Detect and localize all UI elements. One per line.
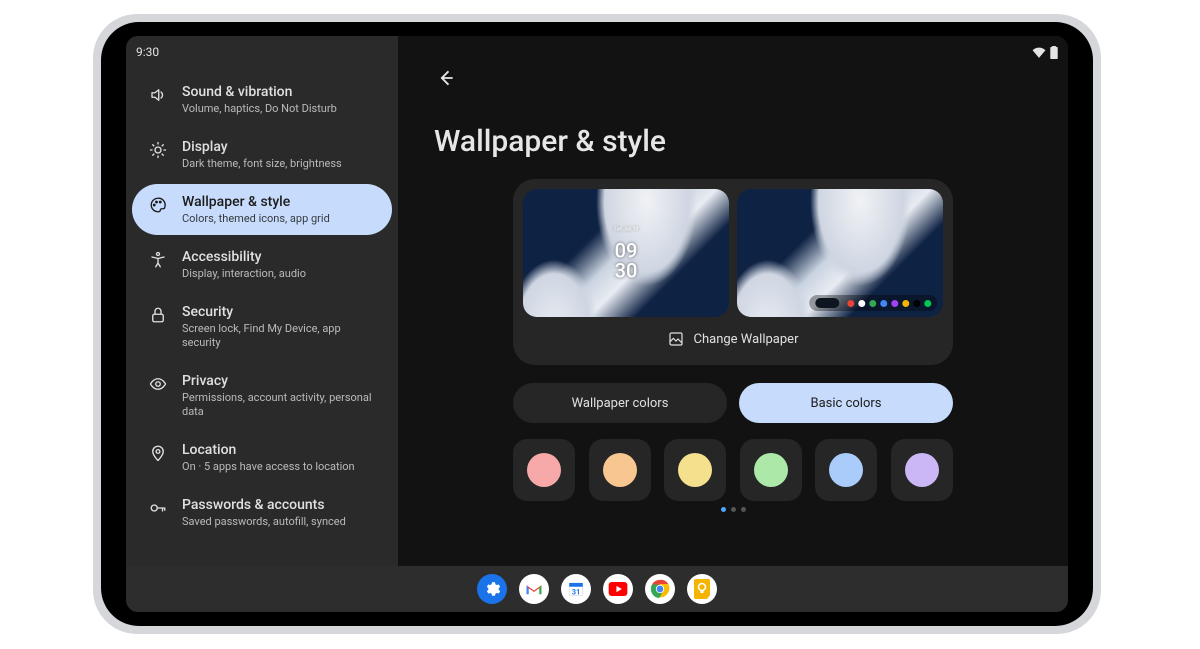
sidebar-item-security[interactable]: SecurityScreen lock, Find My Device, app… bbox=[132, 294, 392, 359]
color-dot bbox=[829, 453, 863, 487]
palette-icon bbox=[148, 195, 168, 215]
mini-app-icon bbox=[924, 300, 931, 307]
sidebar-item-accessibility[interactable]: AccessibilityDisplay, interaction, audio bbox=[132, 239, 392, 290]
content-pane: Wallpaper & style Tue Jan 10 09 30 bbox=[398, 36, 1068, 566]
change-wallpaper-button[interactable]: Change Wallpaper bbox=[523, 317, 943, 355]
color-swatch-3[interactable] bbox=[740, 439, 802, 501]
back-button[interactable] bbox=[430, 62, 462, 94]
settings-sidebar: Sound & vibrationVolume, haptics, Do Not… bbox=[126, 36, 398, 566]
status-time: 9:30 bbox=[136, 45, 159, 59]
panes: Sound & vibrationVolume, haptics, Do Not… bbox=[126, 36, 1068, 566]
sidebar-item-subtitle: Permissions, account activity, personal … bbox=[182, 391, 378, 419]
tablet-frame: 9:30 Sound & vibrationVolume, haptics, D… bbox=[93, 14, 1101, 634]
sidebar-item-subtitle: Volume, haptics, Do Not Disturb bbox=[182, 102, 337, 116]
tab-basic-colors-label: Basic colors bbox=[811, 396, 882, 411]
dock-app-chrome[interactable] bbox=[645, 574, 675, 604]
sidebar-item-title: Passwords & accounts bbox=[182, 496, 346, 514]
screen: 9:30 Sound & vibrationVolume, haptics, D… bbox=[126, 36, 1068, 612]
color-swatches bbox=[513, 439, 953, 501]
battery-icon bbox=[1050, 46, 1058, 59]
wallpaper-card: Tue Jan 10 09 30 bbox=[513, 179, 953, 365]
sidebar-item-title: Wallpaper & style bbox=[182, 193, 330, 211]
pin-icon bbox=[148, 443, 168, 463]
mini-app-icon bbox=[891, 300, 898, 307]
lockscreen-clock: Tue Jan 10 09 30 bbox=[614, 219, 639, 280]
color-swatch-2[interactable] bbox=[664, 439, 726, 501]
lockscreen-preview[interactable]: Tue Jan 10 09 30 bbox=[523, 189, 729, 317]
sidebar-item-subtitle: On · 5 apps have access to location bbox=[182, 460, 355, 474]
color-swatch-1[interactable] bbox=[589, 439, 651, 501]
sidebar-item-title: Display bbox=[182, 138, 342, 156]
page-title: Wallpaper & style bbox=[434, 124, 1036, 159]
dock-app-youtube[interactable] bbox=[603, 574, 633, 604]
mini-app-icon bbox=[913, 300, 920, 307]
brightness-icon bbox=[148, 140, 168, 160]
dock-app-settings[interactable] bbox=[477, 574, 507, 604]
sidebar-item-subtitle: Display, interaction, audio bbox=[182, 267, 306, 281]
dock-app-calendar[interactable]: 31 bbox=[561, 574, 591, 604]
pager-dots bbox=[513, 507, 953, 512]
sidebar-item-display[interactable]: DisplayDark theme, font size, brightness bbox=[132, 129, 392, 180]
app-dock: 31 bbox=[126, 566, 1068, 612]
color-swatch-4[interactable] bbox=[815, 439, 877, 501]
sidebar-item-title: Privacy bbox=[182, 372, 378, 390]
sidebar-item-subtitle: Screen lock, Find My Device, app securit… bbox=[182, 322, 378, 350]
sidebar-item-title: Security bbox=[182, 303, 378, 321]
key-icon bbox=[148, 498, 168, 518]
mini-app-icon bbox=[869, 300, 876, 307]
color-dot bbox=[527, 453, 561, 487]
color-tabs: Wallpaper colors Basic colors bbox=[513, 383, 953, 423]
mini-app-icon bbox=[880, 300, 887, 307]
sidebar-item-privacy[interactable]: PrivacyPermissions, account activity, pe… bbox=[132, 363, 392, 428]
mini-app-icon bbox=[847, 300, 854, 307]
wifi-icon bbox=[1032, 46, 1046, 58]
color-swatch-0[interactable] bbox=[513, 439, 575, 501]
tablet-bezel: 9:30 Sound & vibrationVolume, haptics, D… bbox=[101, 22, 1093, 626]
dock-app-keep[interactable] bbox=[687, 574, 717, 604]
svg-text:31: 31 bbox=[572, 587, 581, 596]
pager-dot bbox=[731, 507, 736, 512]
color-dot bbox=[678, 453, 712, 487]
a11y-icon bbox=[148, 250, 168, 270]
color-dot bbox=[603, 453, 637, 487]
sidebar-item-wallpaper-style[interactable]: Wallpaper & styleColors, themed icons, a… bbox=[132, 184, 392, 235]
dock-app-gmail[interactable] bbox=[519, 574, 549, 604]
pager-dot bbox=[741, 507, 746, 512]
volume-icon bbox=[148, 85, 168, 105]
mini-app-icon bbox=[902, 300, 909, 307]
homescreen-preview[interactable] bbox=[737, 189, 943, 317]
sidebar-item-title: Location bbox=[182, 441, 355, 459]
sidebar-item-title: Sound & vibration bbox=[182, 83, 337, 101]
eye-icon bbox=[148, 374, 168, 394]
color-dot bbox=[905, 453, 939, 487]
status-bar: 9:30 bbox=[126, 40, 1068, 64]
color-swatch-5[interactable] bbox=[891, 439, 953, 501]
lock-icon bbox=[148, 305, 168, 325]
change-wallpaper-label: Change Wallpaper bbox=[694, 332, 799, 347]
sidebar-item-location[interactable]: LocationOn · 5 apps have access to locat… bbox=[132, 432, 392, 483]
color-dot bbox=[754, 453, 788, 487]
wallpaper-icon bbox=[668, 331, 684, 347]
sidebar-item-subtitle: Colors, themed icons, app grid bbox=[182, 212, 330, 226]
tab-wallpaper-colors-label: Wallpaper colors bbox=[572, 396, 669, 411]
tab-wallpaper-colors[interactable]: Wallpaper colors bbox=[513, 383, 727, 423]
sidebar-item-sound-vibration[interactable]: Sound & vibrationVolume, haptics, Do Not… bbox=[132, 74, 392, 125]
tab-basic-colors[interactable]: Basic colors bbox=[739, 383, 953, 423]
homescreen-mini-dock bbox=[809, 295, 937, 311]
sidebar-item-subtitle: Dark theme, font size, brightness bbox=[182, 157, 342, 171]
mini-app-icon bbox=[858, 300, 865, 307]
sidebar-item-title: Accessibility bbox=[182, 248, 306, 266]
pager-dot bbox=[721, 507, 726, 512]
sidebar-item-subtitle: Saved passwords, autofill, synced bbox=[182, 515, 346, 529]
sidebar-item-passwords-accounts[interactable]: Passwords & accountsSaved passwords, aut… bbox=[132, 487, 392, 538]
